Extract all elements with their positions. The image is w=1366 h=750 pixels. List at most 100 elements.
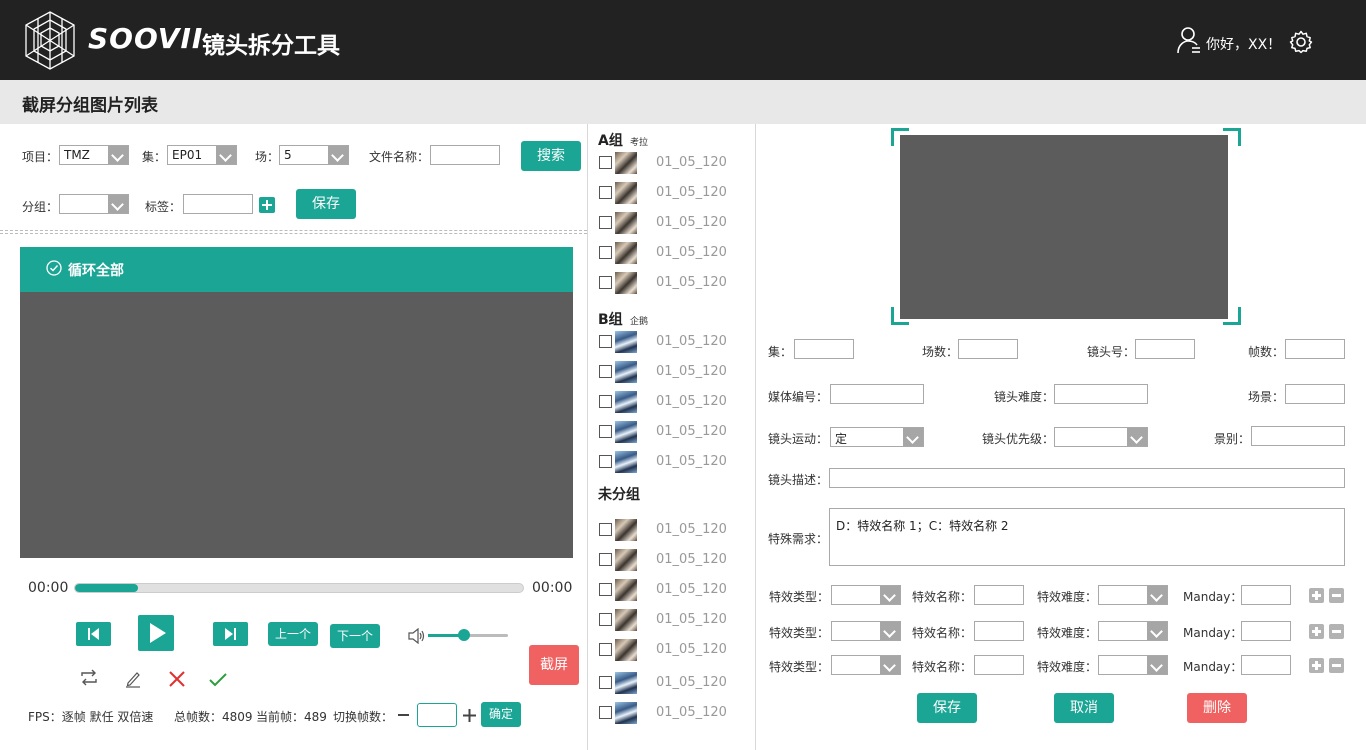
- thumbnail-image[interactable]: [615, 421, 637, 443]
- progress-bar[interactable]: [74, 583, 524, 593]
- select-checkbox[interactable]: [599, 425, 612, 438]
- crop-corner[interactable]: [1223, 128, 1241, 146]
- remove-row-icon[interactable]: [1329, 624, 1344, 639]
- select-checkbox[interactable]: [599, 613, 612, 626]
- manday-input[interactable]: [1241, 585, 1291, 605]
- thumbnail-image[interactable]: [615, 672, 637, 694]
- select-checkbox[interactable]: [599, 455, 612, 468]
- scenery-input[interactable]: [1285, 384, 1345, 404]
- thumbnail-image[interactable]: [615, 182, 637, 204]
- thumbnail-item[interactable]: 01_05_120: [596, 670, 746, 696]
- edit-pencil-icon[interactable]: [125, 670, 141, 688]
- thumbnail-image[interactable]: [615, 549, 637, 571]
- thumbnail-image[interactable]: [615, 361, 637, 383]
- volume-knob[interactable]: [458, 629, 470, 641]
- thumbnail-item[interactable]: 01_05_120: [596, 180, 746, 206]
- close-icon[interactable]: [168, 670, 186, 688]
- thumbnail-image[interactable]: [615, 519, 637, 541]
- switch-frames-input[interactable]: [417, 703, 457, 727]
- fx-type-select[interactable]: [831, 655, 901, 675]
- crop-corner[interactable]: [1223, 307, 1241, 325]
- select-checkbox[interactable]: [599, 216, 612, 229]
- thumbnail-item[interactable]: 01_05_120: [596, 150, 746, 176]
- thumbnail-item[interactable]: 01_05_120: [596, 240, 746, 266]
- select-checkbox[interactable]: [599, 276, 612, 289]
- thumbnail-item[interactable]: 01_05_120: [596, 637, 746, 663]
- fx-difficulty-select[interactable]: [1098, 655, 1168, 675]
- select-checkbox[interactable]: [599, 676, 612, 689]
- skip-forward-button[interactable]: [213, 622, 248, 646]
- select-checkbox[interactable]: [599, 523, 612, 536]
- thumbnail-item[interactable]: 01_05_120: [596, 270, 746, 296]
- fx-difficulty-select[interactable]: [1098, 621, 1168, 641]
- thumbnail-item[interactable]: 01_05_120: [596, 419, 746, 445]
- cancel-button[interactable]: 取消: [1054, 693, 1114, 723]
- shot-priority-select[interactable]: [1054, 427, 1148, 447]
- select-checkbox[interactable]: [599, 395, 612, 408]
- thumbnail-image[interactable]: [615, 451, 637, 473]
- add-row-icon[interactable]: [1309, 624, 1324, 639]
- thumbnail-image[interactable]: [615, 272, 637, 294]
- play-button[interactable]: [138, 615, 174, 651]
- thumbnail-image[interactable]: [615, 702, 637, 724]
- thumbnail-image[interactable]: [615, 391, 637, 413]
- delete-button[interactable]: 删除: [1187, 693, 1247, 723]
- shot-description-input[interactable]: [829, 468, 1345, 488]
- repeat-icon[interactable]: [78, 668, 100, 688]
- filename-input[interactable]: [430, 145, 500, 165]
- add-tag-icon[interactable]: [259, 197, 275, 213]
- thumbnail-item[interactable]: 01_05_120: [596, 607, 746, 633]
- media-number-input[interactable]: [830, 384, 924, 404]
- shot-difficulty-input[interactable]: [1054, 384, 1148, 404]
- scene-select[interactable]: 5: [279, 145, 349, 165]
- camera-motion-select[interactable]: 定: [830, 427, 924, 447]
- special-requirement-textarea[interactable]: D：特效名称 1；C：特效名称 2: [829, 508, 1345, 566]
- add-row-icon[interactable]: [1309, 588, 1324, 603]
- select-checkbox[interactable]: [599, 365, 612, 378]
- thumbnail-item[interactable]: 01_05_120: [596, 547, 746, 573]
- thumbnail-image[interactable]: [615, 579, 637, 601]
- video-player[interactable]: [20, 292, 573, 558]
- group-select[interactable]: [59, 194, 129, 214]
- select-checkbox[interactable]: [599, 156, 612, 169]
- previous-button[interactable]: 上一个: [268, 622, 318, 646]
- fx-name-input[interactable]: [974, 655, 1024, 675]
- fx-type-select[interactable]: [831, 585, 901, 605]
- confirm-button[interactable]: 确定: [481, 702, 521, 727]
- thumbnail-image[interactable]: [615, 609, 637, 631]
- select-checkbox[interactable]: [599, 583, 612, 596]
- fx-name-input[interactable]: [974, 621, 1024, 641]
- crop-corner[interactable]: [891, 128, 909, 146]
- volume-icon[interactable]: [408, 628, 426, 644]
- tag-input[interactable]: [183, 194, 253, 214]
- thumbnail-image[interactable]: [615, 242, 637, 264]
- fx-type-select[interactable]: [831, 621, 901, 641]
- save-filter-button[interactable]: 保存: [296, 189, 356, 219]
- select-checkbox[interactable]: [599, 643, 612, 656]
- add-row-icon[interactable]: [1309, 658, 1324, 673]
- increment-icon[interactable]: [463, 709, 476, 722]
- thumbnail-item[interactable]: 01_05_120: [596, 700, 746, 726]
- search-button[interactable]: 搜索: [521, 141, 581, 171]
- project-select[interactable]: TMZ: [59, 145, 129, 165]
- thumbnail-item[interactable]: 01_05_120: [596, 389, 746, 415]
- thumbnail-item[interactable]: 01_05_120: [596, 329, 746, 355]
- thumbnail-image[interactable]: [615, 152, 637, 174]
- check-icon[interactable]: [208, 672, 228, 688]
- capture-button[interactable]: 截屏: [529, 645, 579, 685]
- user-icon[interactable]: [1176, 26, 1202, 54]
- thumbnail-image[interactable]: [615, 212, 637, 234]
- next-button[interactable]: 下一个: [330, 624, 380, 648]
- thumbnail-item[interactable]: 01_05_120: [596, 359, 746, 385]
- scene-count-input[interactable]: [958, 339, 1018, 359]
- thumbnail-item[interactable]: 01_05_120: [596, 210, 746, 236]
- fx-difficulty-select[interactable]: [1098, 585, 1168, 605]
- remove-row-icon[interactable]: [1329, 658, 1344, 673]
- select-checkbox[interactable]: [599, 553, 612, 566]
- thumbnail-item[interactable]: 01_05_120: [596, 449, 746, 475]
- thumbnail-item[interactable]: 01_05_120: [596, 517, 746, 543]
- thumbnail-image[interactable]: [615, 331, 637, 353]
- select-checkbox[interactable]: [599, 706, 612, 719]
- shot-number-input[interactable]: [1135, 339, 1195, 359]
- select-checkbox[interactable]: [599, 186, 612, 199]
